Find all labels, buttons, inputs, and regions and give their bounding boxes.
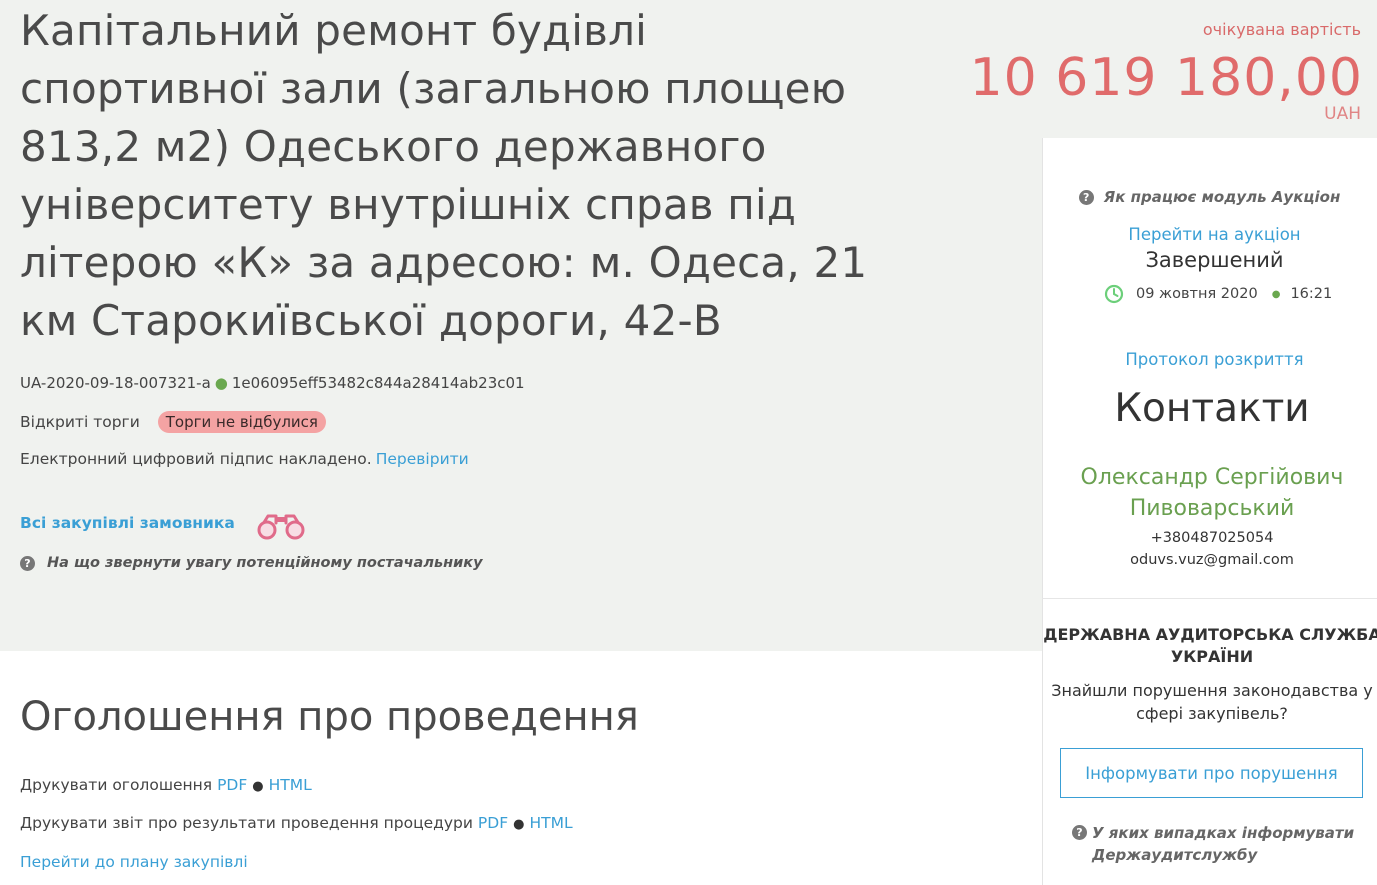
separator-dot: ● bbox=[214, 374, 228, 392]
contact-name: Олександр Сергійович Пивоварський bbox=[1080, 465, 1344, 521]
auction-datetime: 09 жовтня 2020 ● 16:21 bbox=[1104, 284, 1332, 304]
auction-how-text: Як працює модуль Аукціон bbox=[1103, 188, 1341, 206]
supplier-hint-text: На що звернути увагу потенційному постач… bbox=[47, 555, 483, 571]
question-circle-icon: ? bbox=[1072, 825, 1087, 840]
separator-dot: ● bbox=[252, 779, 264, 794]
tender-id-line: UA-2020-09-18-007321-a ● 1e06095eff53482c8… bbox=[20, 374, 525, 392]
cost-currency: UAH bbox=[1324, 104, 1361, 124]
print-report-pdf-link[interactable]: PDF bbox=[478, 814, 508, 832]
procurement-plan-link[interactable]: Перейти до плану закупівлі bbox=[20, 853, 248, 871]
cost-label: очікувана вартість bbox=[1202, 20, 1361, 39]
question-circle-icon: ? bbox=[1078, 189, 1094, 205]
audit-question-text: Знайшли порушення законодавства у сфері … bbox=[1051, 681, 1373, 723]
audit-hint-text: У яких випадках інформувати Держаудитслу… bbox=[1092, 824, 1355, 864]
goto-auction-link[interactable]: Перейти на аукціон bbox=[1042, 225, 1377, 244]
print-notice-html-link[interactable]: HTML bbox=[269, 776, 312, 794]
tender-title: Капітальний ремонт будівлі спортивної за… bbox=[20, 6, 868, 345]
verify-signature-link[interactable]: Перевірити bbox=[376, 450, 469, 468]
signature-text: Електронний цифровий підпис накладено. bbox=[20, 450, 372, 468]
auction-date: 09 жовтня 2020 bbox=[1136, 286, 1258, 302]
all-purchases-link[interactable]: Всі закупівлі замовника bbox=[20, 514, 235, 532]
protocol-link[interactable]: Протокол розкриття bbox=[1042, 350, 1377, 369]
announcement-title: Оголошення про проведення bbox=[20, 694, 639, 740]
audit-service-title: ДЕРЖАВНА АУДИТОРСЬКА СЛУЖБА УКРАЇНИ bbox=[1043, 625, 1377, 666]
procedure-type-line: Відкриті торги Торги не відбулися bbox=[20, 411, 326, 433]
contact-email: oduvs.vuz@gmail.com bbox=[1130, 552, 1294, 568]
plan-row: Перейти до плану закупівлі bbox=[20, 853, 248, 871]
print-notice-pdf-link[interactable]: PDF bbox=[217, 776, 247, 794]
print-report-label: Друкувати звіт про результати проведення… bbox=[20, 814, 473, 832]
auction-status: Завершений bbox=[1145, 248, 1284, 272]
print-notice-row: Друкувати оголошення PDF ● HTML bbox=[20, 776, 312, 794]
procedure-type: Відкриті торги bbox=[20, 413, 140, 431]
status-badge: Торги не відбулися bbox=[157, 411, 326, 433]
print-report-html-link[interactable]: HTML bbox=[529, 814, 572, 832]
audit-hint-link[interactable]: ? У яких випадках інформувати Держаудитс… bbox=[1072, 822, 1362, 866]
auction-time: 16:21 bbox=[1290, 286, 1333, 302]
auction-how-link[interactable]: ? Як працює модуль Аукціон bbox=[1042, 188, 1377, 206]
clock-icon bbox=[1104, 284, 1124, 304]
signature-line: Електронний цифровий підпис накладено. Пе… bbox=[20, 450, 469, 468]
question-circle-icon: ? bbox=[20, 555, 35, 571]
print-report-row: Друкувати звіт про результати проведення… bbox=[20, 814, 573, 832]
tender-id: UA-2020-09-18-007321-a bbox=[20, 374, 211, 392]
separator-dot: ● bbox=[1271, 288, 1281, 300]
report-violation-button[interactable]: Інформувати про порушення bbox=[1060, 748, 1363, 798]
supplier-hint[interactable]: ? На що звернути увагу потенційному пост… bbox=[20, 555, 483, 571]
separator-dot: ● bbox=[513, 817, 525, 832]
contact-phone: +380487025054 bbox=[1150, 530, 1274, 546]
binoculars-icon[interactable] bbox=[254, 511, 308, 541]
contacts-title: Контакти bbox=[1114, 386, 1310, 431]
cost-value: 10 619 180,00 bbox=[969, 48, 1363, 108]
print-notice-label: Друкувати оголошення bbox=[20, 776, 213, 794]
tender-hash: 1e06095eff53482c844a28414ab23c01 bbox=[231, 374, 525, 392]
